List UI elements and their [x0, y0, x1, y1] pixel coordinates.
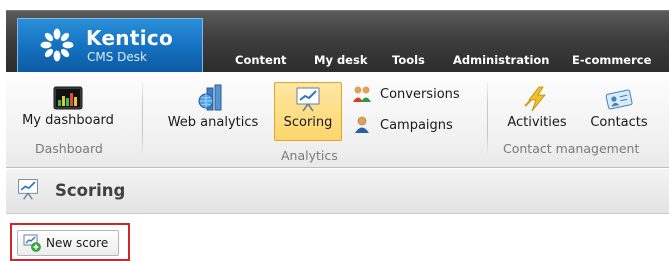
activities-icon	[524, 86, 546, 112]
activities-button[interactable]: Activities	[500, 86, 574, 130]
group-label-contact-management: Contact management	[503, 141, 640, 156]
campaigns-icon	[355, 116, 369, 133]
scoring-title-icon	[18, 179, 38, 200]
new-score-label: New score	[46, 236, 109, 250]
contacts-label: Contacts	[590, 115, 648, 130]
app-header: Kentico CMS Desk Content My desk Tools A…	[0, 0, 669, 72]
activities-label: Activities	[507, 115, 567, 130]
ribbon-separator	[142, 82, 143, 158]
page-title: Scoring	[55, 181, 126, 200]
ribbon-toolbar: My dashboard Dashboard Web analytics Sco…	[6, 72, 669, 168]
add-score-icon	[23, 234, 41, 252]
my-dashboard-button[interactable]: My dashboard	[18, 86, 118, 128]
contacts-icon	[605, 89, 633, 110]
contacts-button[interactable]: Contacts	[584, 86, 654, 130]
tab-content[interactable]: Content	[235, 53, 287, 67]
scoring-button[interactable]: Scoring	[274, 82, 342, 141]
logo-name: Kentico	[86, 26, 174, 50]
web-analytics-icon	[198, 84, 222, 111]
group-label-dashboard: Dashboard	[35, 141, 103, 156]
scoring-icon	[296, 87, 320, 112]
campaigns-button[interactable]: Campaigns	[352, 116, 453, 134]
conversions-icon	[353, 86, 371, 102]
campaigns-label: Campaigns	[380, 117, 453, 133]
conversions-label: Conversions	[380, 86, 460, 102]
tab-my-desk[interactable]: My desk	[314, 53, 367, 67]
logo-subtitle: CMS Desk	[87, 50, 147, 64]
kentico-logo[interactable]: Kentico CMS Desk	[17, 18, 203, 72]
conversions-button[interactable]: Conversions	[352, 85, 460, 103]
my-dashboard-label: My dashboard	[22, 113, 114, 128]
ribbon-separator	[487, 82, 488, 158]
kentico-flower-icon	[40, 28, 74, 62]
web-analytics-button[interactable]: Web analytics	[161, 84, 265, 130]
tab-tools[interactable]: Tools	[392, 53, 425, 67]
tab-e-commerce[interactable]: E-commerce	[572, 53, 651, 67]
group-label-analytics: Analytics	[281, 148, 338, 163]
new-score-button[interactable]: New score	[17, 230, 119, 256]
dashboard-icon	[53, 86, 83, 110]
web-analytics-label: Web analytics	[167, 115, 259, 130]
scoring-label: Scoring	[283, 115, 333, 130]
tab-administration[interactable]: Administration	[453, 53, 550, 67]
